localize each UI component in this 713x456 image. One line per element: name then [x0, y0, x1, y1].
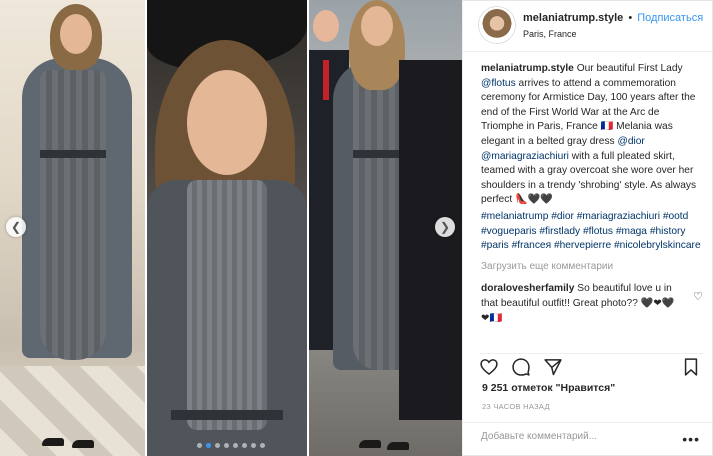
hashtag-link[interactable]: #nicolebrylskincare — [614, 240, 701, 251]
load-more-comments-button[interactable]: Загрузить еще комментарии — [481, 260, 703, 275]
hashtag-list: #melaniatrump #dior #mariagraziachiuri #… — [481, 210, 703, 254]
comment-item: doralovesherfamily So beautiful love u i… — [481, 282, 703, 326]
caption: melaniatrump.style Our beautiful First L… — [481, 62, 703, 208]
carousel-indicator — [0, 443, 462, 448]
carousel-dot — [233, 443, 238, 448]
action-bar — [479, 353, 703, 377]
carousel-dot — [260, 443, 265, 448]
hashtag-link[interactable]: #dior — [551, 211, 574, 222]
avatar[interactable] — [479, 7, 515, 43]
follow-button[interactable]: Подписаться — [637, 12, 703, 24]
hashtag-link[interactable]: #ootd — [663, 211, 689, 222]
carousel-dot — [197, 443, 202, 448]
hashtag-link[interactable]: #hervepierre — [554, 240, 611, 251]
post-image-carousel[interactable]: ❮ ❯ — [0, 0, 462, 456]
post-timestamp[interactable]: 23 ЧАСОВ НАЗАД — [482, 402, 550, 411]
carousel-dot — [215, 443, 220, 448]
comment-icon[interactable] — [511, 357, 531, 377]
likes-count[interactable]: 9 251 отметок "Нравится" — [482, 382, 615, 394]
post-sidebar: melaniatrump.style • Подписаться Paris, … — [462, 0, 713, 456]
caption-username[interactable]: melaniatrump.style — [481, 63, 574, 74]
carousel-dot — [224, 443, 229, 448]
mention-link[interactable]: @flotus — [481, 78, 516, 89]
share-icon[interactable] — [543, 357, 563, 377]
hashtag-link[interactable]: #paris — [481, 240, 509, 251]
header-separator: • — [628, 12, 633, 24]
hashtag-link[interactable]: #franceя — [512, 240, 552, 251]
carousel-dot — [242, 443, 247, 448]
comment-like-heart-icon[interactable]: ♡ — [693, 290, 703, 305]
mention-link[interactable]: @mariagraziachiuri — [481, 151, 569, 162]
caption-text: Our beautiful First Lady — [573, 63, 683, 74]
add-comment-input[interactable] — [481, 431, 681, 442]
carousel-prev-button[interactable]: ❮ — [6, 217, 26, 237]
mention-link[interactable]: @dior — [618, 136, 645, 147]
hashtag-link[interactable]: #history — [650, 226, 686, 237]
hashtag-link[interactable]: #maga — [616, 226, 647, 237]
heart-icon[interactable] — [479, 357, 499, 377]
add-comment-bar: ••• — [463, 422, 713, 456]
hashtag-link[interactable]: #firstlady — [539, 226, 580, 237]
carousel-dot — [206, 443, 211, 448]
header-username[interactable]: melaniatrump.style — [523, 12, 623, 24]
carousel-next-button[interactable]: ❯ — [435, 217, 455, 237]
hashtag-link[interactable]: #melaniatrump — [481, 211, 548, 222]
photo-panel-closeup — [147, 0, 307, 456]
chevron-left-icon: ❮ — [10, 220, 22, 234]
chevron-right-icon: ❯ — [439, 220, 451, 234]
hashtag-link[interactable]: #mariagraziachiuri — [577, 211, 660, 222]
location-link[interactable]: Paris, France — [523, 29, 577, 39]
bookmark-icon[interactable] — [681, 357, 701, 377]
comment-username[interactable]: doralovesherfamily — [481, 283, 574, 294]
hashtag-link[interactable]: #vogueparis — [481, 226, 537, 237]
carousel-dot — [251, 443, 256, 448]
comments-area: melaniatrump.style Our beautiful First L… — [481, 62, 703, 348]
more-icon[interactable]: ••• — [682, 431, 700, 447]
hashtag-link[interactable]: #flotus — [583, 226, 613, 237]
post-header: melaniatrump.style • Подписаться Paris, … — [463, 0, 713, 52]
